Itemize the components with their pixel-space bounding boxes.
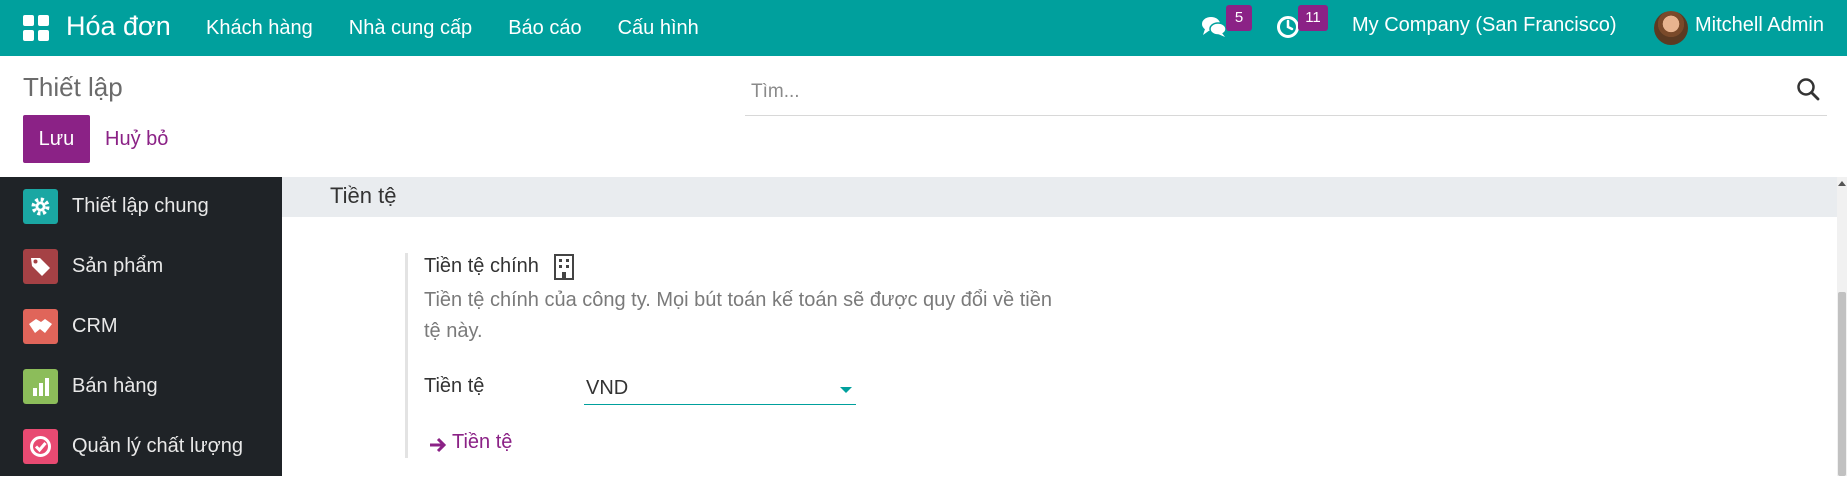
- settings-sidebar: Thiết lập chung Sản phẩm CRM Bán hàng Qu…: [0, 177, 282, 476]
- user-avatar[interactable]: [1654, 11, 1688, 45]
- scroll-up-icon[interactable]: [1838, 181, 1846, 186]
- scrollbar-thumb[interactable]: [1838, 292, 1846, 476]
- setting-description: Tiền tệ chính của công ty. Mọi bút toán …: [424, 289, 1052, 342]
- sidebar-item-products[interactable]: Sản phẩm: [0, 237, 282, 297]
- scrollbar[interactable]: [1837, 177, 1847, 476]
- sidebar-item-label: Quản lý chất lượng: [72, 435, 244, 457]
- activity-clock-icon[interactable]: [1276, 15, 1300, 39]
- sidebar-item-general-settings[interactable]: Thiết lập chung: [0, 177, 282, 237]
- main-menu: Khách hàng Nhà cung cấp Báo cáo Cấu hình: [206, 0, 735, 56]
- chevron-down-icon[interactable]: [840, 387, 852, 393]
- top-navbar: Hóa đơn Khách hàng Nhà cung cấp Báo cáo …: [0, 0, 1847, 56]
- menu-item-customers[interactable]: Khách hàng: [206, 17, 313, 40]
- activities-count-badge: 11: [1298, 5, 1328, 31]
- company-switcher[interactable]: My Company (San Francisco): [1352, 14, 1617, 37]
- menu-item-vendors[interactable]: Nhà cung cấp: [349, 17, 472, 40]
- sidebar-item-quality[interactable]: Quản lý chất lượng: [0, 417, 282, 477]
- menu-item-reports[interactable]: Báo cáo: [508, 17, 581, 40]
- company-building-icon: [554, 254, 574, 280]
- handshake-icon: [23, 309, 58, 344]
- search-icon[interactable]: [1795, 76, 1821, 102]
- sidebar-item-label: CRM: [72, 315, 118, 337]
- cancel-button[interactable]: Huỷ bỏ: [105, 115, 168, 163]
- sidebar-item-crm[interactable]: CRM: [0, 297, 282, 357]
- sidebar-item-label: Thiết lập chung: [72, 195, 209, 217]
- currency-select-value: VND: [586, 377, 629, 399]
- sidebar-item-sales[interactable]: Bán hàng: [0, 357, 282, 417]
- settings-content: Tiền tệ Tiền tệ chính Tiền tệ chính của …: [282, 177, 1837, 476]
- messages-count-badge: 5: [1226, 5, 1252, 31]
- menu-item-configuration[interactable]: Cấu hình: [618, 17, 699, 40]
- section-title: Tiền tệ: [330, 183, 397, 208]
- setting-title: Tiền tệ chính: [424, 255, 539, 277]
- search-input[interactable]: [751, 74, 1751, 110]
- sidebar-item-label: Sản phẩm: [72, 255, 164, 277]
- page-title: Thiết lập: [23, 72, 123, 102]
- tags-icon: [23, 249, 58, 284]
- gear-icon: [23, 189, 58, 224]
- setting-divider: [405, 253, 408, 458]
- app-title[interactable]: Hóa đơn: [66, 11, 171, 42]
- quality-check-icon: [23, 429, 58, 464]
- apps-menu-icon[interactable]: [23, 15, 49, 41]
- currency-field-label: Tiền tệ: [424, 375, 485, 397]
- search-bar: [745, 70, 1827, 116]
- arrow-right-icon[interactable]: [428, 435, 448, 455]
- user-menu[interactable]: Mitchell Admin: [1695, 14, 1824, 37]
- sidebar-item-label: Bán hàng: [72, 375, 158, 397]
- section-header: Tiền tệ: [282, 177, 1837, 217]
- save-button[interactable]: Lưu: [23, 115, 90, 163]
- currencies-link[interactable]: Tiền tệ: [452, 431, 512, 454]
- sales-chart-icon: [23, 369, 58, 404]
- chat-icon[interactable]: [1201, 16, 1227, 38]
- currency-select[interactable]: VND: [584, 373, 856, 405]
